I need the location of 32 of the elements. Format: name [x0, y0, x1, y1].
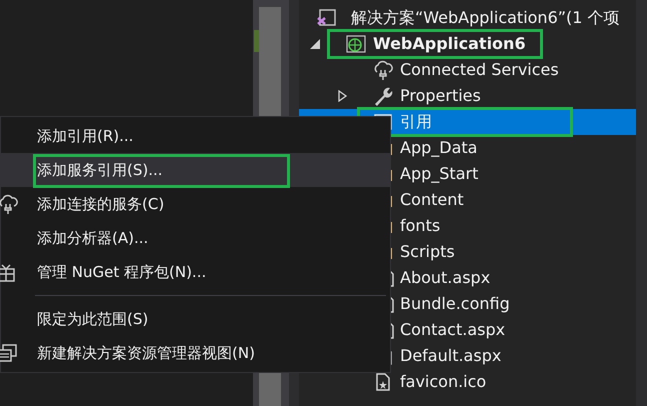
menu-item[interactable]: 新建解决方案资源管理器视图(N): [1, 336, 390, 370]
solution-label[interactable]: 解决方案“WebApplication6”(1 个项: [351, 6, 620, 30]
item-label: Content: [400, 189, 464, 211]
item-label: About.aspx: [400, 267, 490, 289]
menu-item[interactable]: 管理 NuGet 程序包(N)...: [1, 255, 390, 289]
menu-item-label: 管理 NuGet 程序包(N)...: [37, 262, 206, 283]
item-label: Scripts: [400, 241, 455, 263]
item-label: Connected Services: [400, 59, 559, 81]
item-label: 引用: [400, 111, 432, 133]
tree-item[interactable]: WebApplication6: [299, 31, 636, 57]
menu-item[interactable]: 限定为此范围(S): [1, 302, 390, 336]
item-label: Bundle.config: [400, 293, 510, 315]
menu-item-label: 添加连接的服务(C): [37, 194, 164, 215]
item-label: Contact.aspx: [400, 319, 506, 341]
item-label: Default.aspx: [400, 345, 502, 367]
menu-item[interactable]: 添加分析器(A)...: [1, 221, 390, 255]
item-label: favicon.ico: [400, 371, 486, 393]
item-label: App_Data: [400, 137, 478, 159]
item-label: Properties: [400, 85, 481, 107]
tree-item[interactable]: Properties: [299, 83, 636, 109]
menu-item-label: 添加分析器(A)...: [37, 228, 148, 249]
item-label: App_Start: [400, 163, 478, 185]
menu-item-label: 新建解决方案资源管理器视图(N): [37, 342, 255, 364]
menu-item-label: 添加引用(R)...: [37, 126, 134, 147]
menu-item-label: 添加服务引用(S)...: [37, 160, 163, 181]
menu-item[interactable]: 添加连接的服务(C): [1, 187, 390, 221]
menu-item[interactable]: 添加服务引用(S)...: [1, 153, 390, 187]
tree-item[interactable]: Connected Services: [299, 57, 636, 83]
item-label: fonts: [400, 215, 440, 237]
item-label: WebApplication6: [373, 33, 526, 55]
menu-item-label: 限定为此范围(S): [37, 308, 148, 330]
tree-item[interactable]: favicon.ico: [299, 369, 636, 395]
